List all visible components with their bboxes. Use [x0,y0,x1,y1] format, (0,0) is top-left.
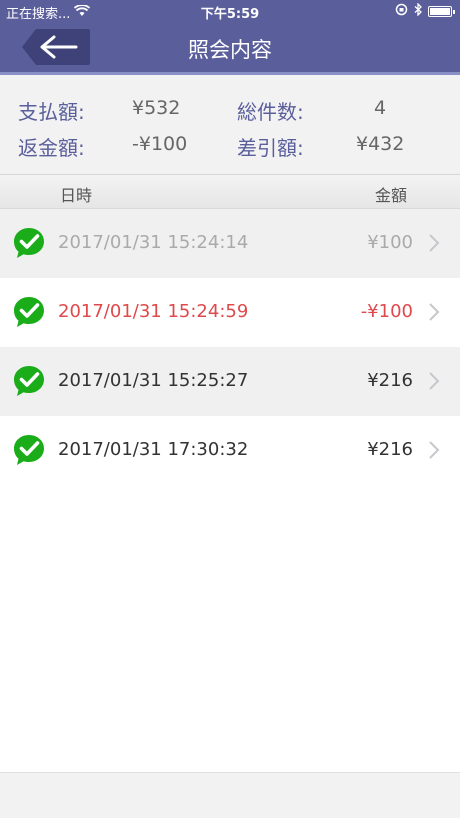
refund-value: -¥100 [132,133,188,155]
chevron-right-icon [428,302,440,322]
bottom-toolbar [0,772,460,818]
chevron-right-icon [428,371,440,391]
paid-label: 支払額: [18,100,85,124]
datetime-column-header: 日時 [60,186,93,205]
count-label: 総件数: [237,100,304,124]
row-datetime: 2017/01/31 17:30:32 [58,439,249,460]
wechat-pay-check-icon [11,432,47,468]
nav-bar: 照会内容 [0,22,460,75]
row-datetime: 2017/01/31 15:24:14 [58,232,249,253]
row-amount: -¥100 [360,301,413,322]
amount-column-header: 金額 [375,186,408,205]
table-row[interactable]: 2017/01/31 17:30:32 ¥216 [0,416,460,485]
bluetooth-icon [414,2,422,20]
row-amount: ¥216 [367,439,413,460]
status-right [395,2,455,20]
row-amount: ¥100 [367,232,413,253]
refund-label: 返金額: [18,136,85,160]
orientation-lock-icon [395,3,408,20]
net-value: ¥432 [356,133,405,155]
page-title: 照会内容 [188,38,272,62]
row-datetime: 2017/01/31 15:25:27 [58,370,249,391]
battery-icon [428,6,455,17]
table-row[interactable]: 2017/01/31 15:25:27 ¥216 [0,347,460,416]
paid-value: ¥532 [132,97,181,119]
status-bar: 正在搜索... 下午5:59 [0,0,460,22]
table-row[interactable]: 2017/01/31 15:24:14 ¥100 [0,209,460,278]
count-value: 4 [374,97,387,119]
chevron-right-icon [428,440,440,460]
wechat-pay-check-icon [11,363,47,399]
table-row[interactable]: 2017/01/31 15:24:59 -¥100 [0,278,460,347]
chevron-right-icon [428,233,440,253]
net-label: 差引額: [237,136,304,160]
wechat-pay-check-icon [11,225,47,261]
wechat-pay-check-icon [11,294,47,330]
summary-panel: 支払額: ¥532 総件数: 4 返金額: -¥100 差引額: ¥432 [0,75,460,175]
status-time: 下午5:59 [200,7,260,22]
row-amount: ¥216 [367,370,413,391]
table-header: 日時 金額 [0,175,460,209]
row-datetime: 2017/01/31 15:24:59 [58,301,249,322]
